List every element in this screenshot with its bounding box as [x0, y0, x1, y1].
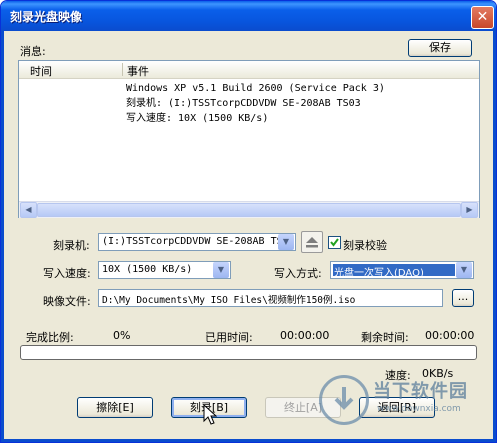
messages-label: 消息: [20, 45, 46, 58]
frame-right [493, 31, 496, 442]
eject-icon [306, 237, 318, 248]
progress-bar [20, 345, 477, 360]
percent-value: 0% [113, 329, 131, 342]
chevron-down-icon[interactable]: ▼ [456, 262, 472, 278]
speed-value: 10X (1500 KB/s) [102, 264, 193, 275]
list-item: Windows XP v5.1 Build 2600 (Service Pack… [126, 83, 385, 94]
percent-label: 完成比例: [26, 331, 74, 344]
arrow-right-icon: ▶ [466, 205, 473, 214]
chevron-down-icon[interactable]: ▼ [278, 234, 294, 250]
window-title: 刻录光盘映像 [10, 10, 83, 24]
close-icon: ✕ [476, 9, 489, 25]
list-item: 刻录机: (I:)TSSTcorpCDDVDW SE-208AB TS03 [126, 98, 361, 109]
image-file-input[interactable]: D:\My Documents\My ISO Files\视频制作150例.is… [98, 289, 443, 307]
verify-checkbox[interactable] [328, 236, 341, 249]
arrow-left-icon: ◀ [25, 205, 32, 214]
title-bar[interactable]: 刻录光盘映像 ✕ [1, 1, 496, 31]
watermark-url: www.downxia.com [377, 404, 461, 414]
browse-button[interactable]: ... [452, 289, 474, 307]
method-label: 写入方式: [274, 267, 322, 280]
elapsed-label: 已用时间: [205, 331, 253, 344]
column-header-event[interactable]: 事件 [127, 63, 149, 79]
chevron-down-icon[interactable]: ▼ [213, 262, 229, 278]
event-lines: Windows XP v5.1 Build 2600 (Service Pack… [126, 81, 385, 126]
method-value: 光盘一次写入(DAO) [334, 268, 424, 279]
column-separator[interactable] [122, 63, 123, 76]
frame-left [1, 31, 4, 442]
message-list[interactable]: 时间 事件 Windows XP v5.1 Build 2600 (Servic… [18, 60, 480, 218]
image-file-path: D:\My Documents\My ISO Files\视频制作150例.is… [102, 295, 356, 306]
elapsed-value: 00:00:00 [280, 329, 330, 342]
speed-select[interactable]: 10X (1500 KB/s) ▼ [98, 261, 231, 279]
eject-button[interactable] [301, 231, 323, 253]
watermark-name: 当下软件园 [373, 381, 468, 402]
remaining-value: 00:00:00 [425, 329, 475, 342]
scroll-left-button[interactable]: ◀ [20, 202, 37, 218]
burner-label: 刻录机: [53, 239, 90, 252]
save-button[interactable]: 保存 [408, 39, 472, 57]
watermark-logo [319, 375, 369, 425]
scroll-right-button[interactable]: ▶ [461, 202, 478, 218]
burner-select[interactable]: (I:)TSSTcorpCDDVDW SE-208AB TS03 ▼ [98, 233, 296, 251]
list-item: 写入速度: 10X (1500 KB/s) [126, 113, 269, 124]
method-select[interactable]: 光盘一次写入(DAO) ▼ [330, 261, 474, 279]
checkmark-icon [330, 238, 339, 247]
erase-button[interactable]: 擦除[E] [77, 397, 153, 418]
speed-label: 写入速度: [43, 267, 91, 280]
close-button[interactable]: ✕ [471, 6, 494, 29]
frame-bottom [1, 439, 496, 442]
column-header-time[interactable]: 时间 [30, 63, 52, 79]
download-logo-icon [334, 387, 354, 410]
cursor-icon [203, 404, 217, 425]
horizontal-scrollbar[interactable]: ◀ ▶ [19, 201, 479, 218]
remaining-label: 剩余时间: [361, 331, 409, 344]
verify-label[interactable]: 刻录校验 [343, 237, 387, 253]
scroll-thumb[interactable] [37, 203, 461, 217]
burn-image-dialog: 刻录光盘映像 ✕ 消息: 保存 时间 事件 Windows XP v5.1 Bu… [0, 0, 497, 443]
burner-value: (I:)TSSTcorpCDDVDW SE-208AB TS03 [102, 236, 295, 247]
message-list-header: 时间 事件 [19, 61, 479, 79]
image-file-label: 映像文件: [43, 295, 91, 308]
